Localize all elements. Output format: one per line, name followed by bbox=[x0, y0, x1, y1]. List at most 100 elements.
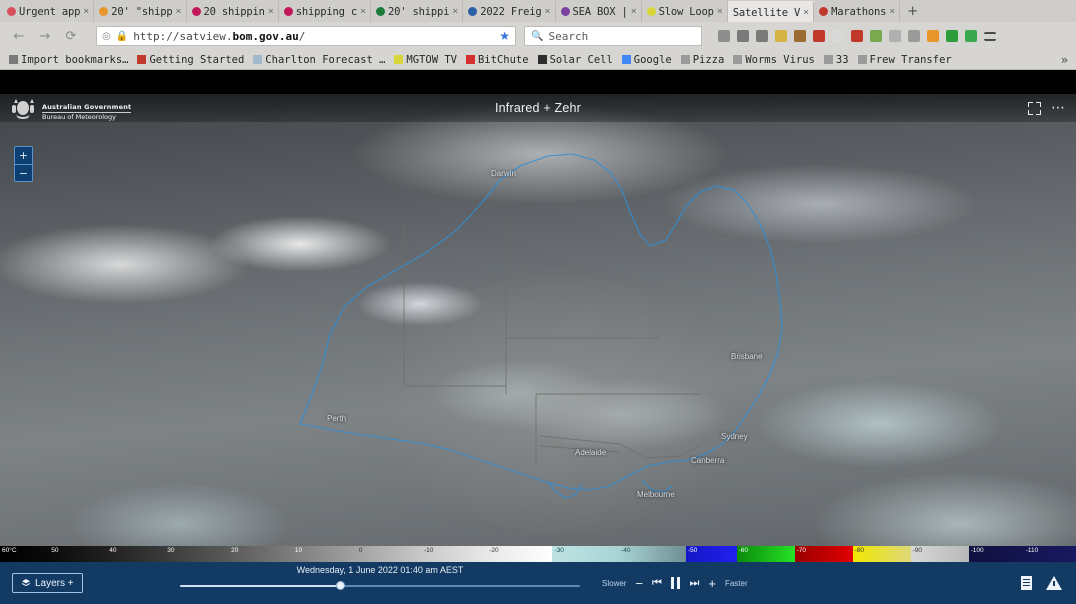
reload-button[interactable]: ⟳ bbox=[58, 25, 84, 47]
browser-tab[interactable]: 2022 Freig × bbox=[463, 1, 556, 22]
colour-scale-segment: -80 bbox=[852, 546, 911, 562]
bookmark-item[interactable]: Frew Transfer bbox=[855, 54, 955, 66]
green-arrow-icon[interactable] bbox=[946, 30, 958, 42]
bookmark-item[interactable]: Google bbox=[619, 54, 675, 66]
browser-tab[interactable]: Slow Loop × bbox=[641, 1, 728, 22]
tab-close-button[interactable]: × bbox=[360, 6, 366, 17]
tab-title: Urgent app bbox=[19, 5, 81, 18]
coastline-overlay bbox=[299, 153, 783, 499]
faster-button[interactable]: + bbox=[708, 577, 716, 590]
browser-tab[interactable]: shipping c × bbox=[278, 1, 371, 22]
browser-tab[interactable]: SEA BOX | × bbox=[555, 1, 642, 22]
pause-icon[interactable] bbox=[670, 577, 681, 589]
tab-close-button[interactable]: × bbox=[544, 6, 550, 17]
warning-icon[interactable] bbox=[1046, 576, 1062, 590]
step-forward-icon[interactable]: ⏭ bbox=[689, 577, 699, 590]
time-slider[interactable] bbox=[180, 581, 580, 591]
bookmark-item[interactable]: BitChute bbox=[463, 54, 532, 66]
green-square-icon[interactable] bbox=[965, 30, 977, 42]
pocket-icon[interactable] bbox=[718, 30, 730, 42]
city-label: Darwin bbox=[491, 169, 516, 178]
tab-close-button[interactable]: × bbox=[452, 6, 458, 17]
slower-label: Slower bbox=[602, 578, 627, 588]
tab-close-button[interactable]: × bbox=[83, 6, 89, 17]
colour-scale-segment: 50 bbox=[49, 546, 108, 562]
search-placeholder: Search bbox=[548, 29, 589, 43]
browser-tab[interactable]: 20 shippin × bbox=[186, 1, 279, 22]
forward-button[interactable]: → bbox=[32, 25, 58, 47]
browser-tab[interactable]: 20' shippi × bbox=[371, 1, 464, 22]
tab-close-button[interactable]: × bbox=[889, 6, 895, 17]
bookmark-item[interactable]: Charlton Forecast … bbox=[250, 54, 388, 66]
bookmarks-bar[interactable]: Import bookmarks… Getting Started Charlton… bbox=[0, 50, 1076, 70]
ublock-icon[interactable] bbox=[813, 30, 825, 42]
timestamp-label: Wednesday, 1 June 2022 01:40 am AEST bbox=[296, 565, 464, 575]
colour-burst-icon[interactable] bbox=[927, 30, 939, 42]
greenshield-icon[interactable] bbox=[870, 30, 882, 42]
bookmark-star-icon[interactable]: ★ bbox=[499, 29, 510, 43]
browser-tab[interactable]: 20' "shipp × bbox=[94, 1, 187, 22]
privacy-badger-icon[interactable] bbox=[832, 30, 844, 42]
agency-division: Bureau of Meteorology bbox=[42, 113, 117, 121]
layers-button[interactable]: Layers + bbox=[12, 573, 83, 593]
star-outline-icon[interactable] bbox=[756, 30, 768, 42]
zoom-in-button[interactable]: + bbox=[15, 147, 32, 164]
bookmark-item[interactable]: 33 bbox=[821, 54, 852, 66]
bookmarks-overflow-button[interactable]: » bbox=[1061, 53, 1070, 67]
fullscreen-icon[interactable] bbox=[1028, 101, 1041, 115]
bookmark-favicon-icon bbox=[137, 55, 147, 64]
step-back-icon[interactable]: ⏮ bbox=[652, 577, 662, 590]
faster-label: Faster bbox=[724, 578, 748, 588]
grey-box-icon[interactable] bbox=[889, 30, 901, 42]
tab-favicon-icon bbox=[819, 7, 829, 16]
tab-close-button[interactable]: × bbox=[803, 7, 809, 18]
bookmark-item[interactable]: Pizza bbox=[678, 54, 728, 66]
address-bar[interactable]: ◎ 🔒 http://satview.bom.gov.au/ ★ bbox=[96, 26, 516, 46]
bookmark-item[interactable]: Import bookmarks… bbox=[6, 54, 131, 66]
bookmark-item[interactable]: Worms Virus bbox=[730, 54, 818, 66]
layers-icon bbox=[21, 579, 31, 587]
noscript-icon[interactable] bbox=[794, 30, 806, 42]
tab-close-button[interactable]: × bbox=[175, 6, 181, 17]
map-zoom-controls[interactable]: + − bbox=[14, 146, 33, 182]
browser-tab[interactable]: Satellite V × bbox=[727, 1, 815, 22]
colour-scale-segment: 0 bbox=[356, 546, 422, 562]
tab-strip[interactable]: Urgent app × 20' "shipp × 20 shippin × shippin… bbox=[0, 0, 1076, 22]
document-icon[interactable] bbox=[1021, 576, 1032, 590]
city-label: Canberra bbox=[691, 456, 725, 465]
browser-tab[interactable]: Marathons × bbox=[814, 1, 901, 22]
tab-close-button[interactable]: × bbox=[631, 6, 637, 17]
tab-close-button[interactable]: × bbox=[717, 6, 723, 17]
back-button[interactable]: ← bbox=[6, 25, 32, 47]
bookmark-label: Google bbox=[633, 53, 672, 66]
tab-close-button[interactable]: × bbox=[268, 6, 274, 17]
bookmark-favicon-icon bbox=[857, 55, 867, 64]
search-bar[interactable]: 🔍 Search bbox=[524, 26, 702, 46]
tab-title: Satellite V bbox=[732, 6, 801, 19]
hamburger-menu-icon[interactable] bbox=[984, 31, 996, 41]
colour-scale-segment: -20 bbox=[487, 546, 553, 562]
extension-toolbar[interactable] bbox=[718, 30, 996, 42]
download-icon[interactable] bbox=[737, 30, 749, 42]
adblock-icon[interactable] bbox=[851, 30, 863, 42]
folder-icon[interactable] bbox=[775, 30, 787, 42]
zoom-out-button[interactable]: − bbox=[15, 164, 32, 181]
bookmark-item[interactable]: Getting Started bbox=[134, 54, 247, 66]
browser-chrome: Urgent app × 20' "shipp × 20 shippin × shippin… bbox=[0, 0, 1076, 70]
satellite-viewer[interactable]: Australian Government Bureau of Meteorol… bbox=[0, 94, 1076, 604]
tab-favicon-icon bbox=[560, 7, 570, 16]
colour-scale-label: -70 bbox=[796, 547, 806, 554]
slower-button[interactable]: − bbox=[635, 577, 643, 590]
bookmark-item[interactable]: Solar Cell bbox=[535, 54, 616, 66]
new-tab-button[interactable]: + bbox=[900, 1, 925, 22]
info-icon[interactable] bbox=[908, 30, 920, 42]
bookmark-item[interactable]: MGTOW TV bbox=[391, 54, 460, 66]
bookmark-favicon-icon bbox=[253, 55, 263, 64]
browser-tab[interactable]: Urgent app × bbox=[2, 1, 95, 22]
colour-scale-label: -20 bbox=[489, 547, 499, 554]
tab-title: shipping c bbox=[295, 5, 357, 18]
timeline-section: Wednesday, 1 June 2022 01:40 am AEST bbox=[180, 565, 580, 591]
bookmark-label: Frew Transfer bbox=[869, 53, 952, 66]
slider-handle[interactable] bbox=[335, 581, 345, 590]
bookmark-label: Pizza bbox=[692, 53, 725, 66]
